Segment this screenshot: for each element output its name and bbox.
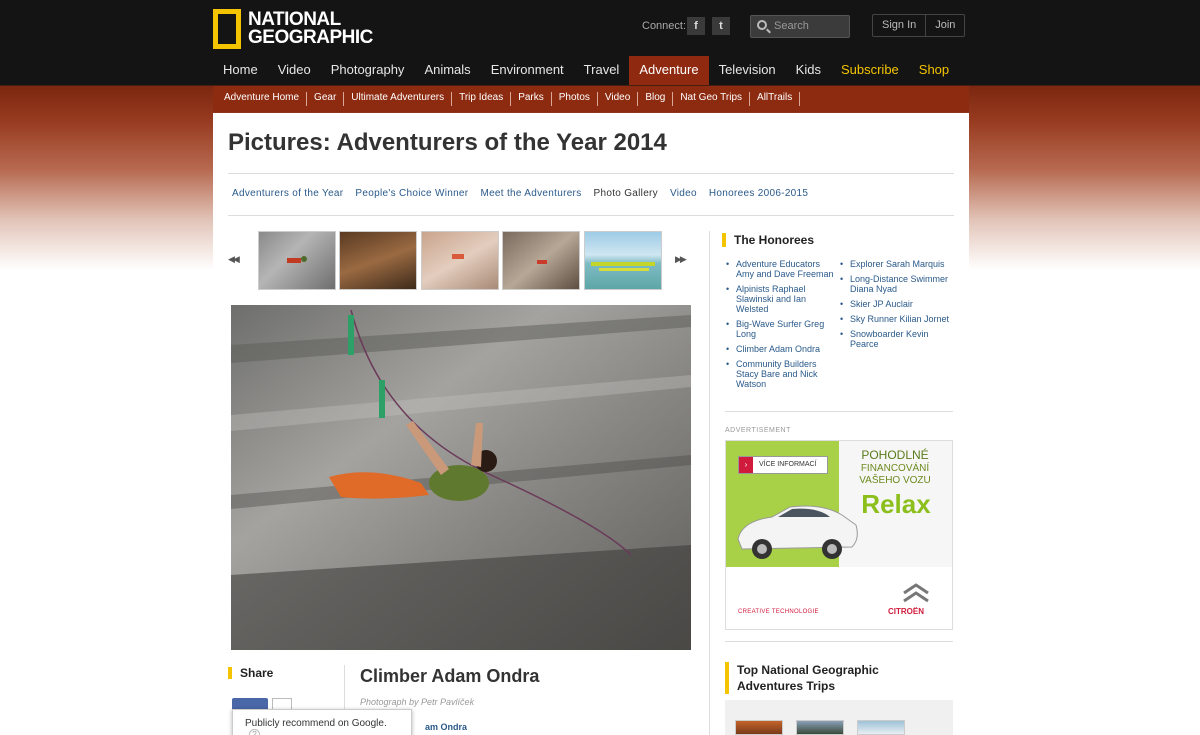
honoree-link[interactable]: Skier JP Auclair [840, 299, 956, 309]
trip-thumbnail-3[interactable] [857, 720, 905, 735]
subnav-photos[interactable]: Photos [552, 92, 598, 106]
honorees-list-2: Explorer Sarah Marquis Long-Distance Swi… [840, 259, 956, 354]
subnav-nat-geo-trips[interactable]: Nat Geo Trips [673, 92, 751, 106]
yellow-border-icon [213, 9, 241, 49]
tab-photo-gallery[interactable]: Photo Gallery [594, 188, 659, 199]
search-placeholder: Search [774, 20, 809, 32]
honoree-link[interactable]: Community Builders Stacy Bare and Nick W… [726, 359, 836, 389]
connect-label: Connect: [642, 20, 687, 32]
thumbnail-5-figure [591, 262, 655, 271]
sign-in-button[interactable]: Sign In [873, 15, 925, 36]
ad-arrow-icon: › [739, 457, 753, 473]
nav-video[interactable]: Video [268, 56, 321, 85]
subnav-parks[interactable]: Parks [511, 92, 552, 106]
photo-credit: Photograph by Petr Pavlíček [360, 697, 475, 707]
facebook-icon[interactable]: f [687, 17, 705, 35]
honorees-divider [725, 411, 953, 412]
nav-travel[interactable]: Travel [574, 56, 630, 85]
honoree-link[interactable]: Adventure Educators Amy and Dave Freeman [726, 259, 836, 279]
google-recommend-tooltip: Publicly recommend on Google.? [232, 709, 412, 735]
thumbnail-2[interactable] [339, 231, 417, 290]
ad-car-image [737, 505, 858, 559]
nav-subscribe[interactable]: Subscribe [831, 56, 909, 85]
ad-more-info-button[interactable]: › VÍCE INFORMACÍ [738, 456, 828, 474]
sidebar: The Honorees Adventure Educators Amy and… [709, 113, 969, 735]
subnav-trip-ideas[interactable]: Trip Ideas [452, 92, 512, 106]
top-bar: NATIONAL GEOGRAPHIC Connect: f t Search … [0, 0, 1200, 56]
honoree-link[interactable]: Big-Wave Surfer Greg Long [726, 319, 836, 339]
nav-kids[interactable]: Kids [786, 56, 831, 85]
nav-animals[interactable]: Animals [414, 56, 480, 85]
thumbnail-1-figure [287, 256, 307, 263]
subnav-ultimate-adventurers[interactable]: Ultimate Adventurers [344, 92, 453, 106]
thumbnail-3[interactable] [421, 231, 499, 290]
honoree-link[interactable]: Climber Adam Ondra [726, 344, 836, 354]
page-title: Pictures: Adventurers of the Year 2014 [228, 129, 667, 156]
honoree-link[interactable]: Alpinists Raphael Slawinski and Ian Wels… [726, 284, 836, 314]
related-link[interactable]: am Ondra [425, 722, 467, 732]
honoree-link[interactable]: Snowboarder Kevin Pearce [840, 329, 956, 349]
nav-shop[interactable]: Shop [909, 56, 959, 85]
thumbnail-5[interactable] [584, 231, 662, 290]
auth-buttons: Sign In Join [872, 14, 966, 37]
tab-adventurers-of-the-year[interactable]: Adventurers of the Year [232, 188, 343, 199]
subnav-adventure-home[interactable]: Adventure Home [217, 92, 308, 106]
logo-line-2: GEOGRAPHIC [248, 27, 373, 48]
tab-video[interactable]: Video [670, 188, 697, 199]
join-button[interactable]: Join [925, 15, 964, 36]
thumbnail-4-figure [537, 260, 547, 264]
share-heading: Share [228, 667, 273, 679]
honorees-list-1: Adventure Educators Amy and Dave Freeman… [726, 259, 836, 394]
search-icon [757, 20, 767, 30]
content-panel: Pictures: Adventurers of the Year 2014 A… [213, 113, 969, 735]
ad-brand: CITROËN [888, 607, 924, 616]
search-input[interactable]: Search [750, 15, 850, 38]
ad-label: ADVERTISEMENT [725, 427, 791, 434]
honoree-link[interactable]: Long-Distance Swimmer Diana Nyad [840, 274, 956, 294]
trips-heading: Top National Geographic Adventures Trips [725, 662, 925, 694]
nav-television[interactable]: Television [709, 56, 786, 85]
nav-environment[interactable]: Environment [481, 56, 574, 85]
tab-meet-the-adventurers[interactable]: Meet the Adventurers [480, 188, 581, 199]
thumbnail-3-figure [452, 254, 464, 259]
advertisement[interactable]: › VÍCE INFORMACÍ POHODLNÉ FINANCOVÁNÍ VA… [725, 440, 953, 630]
citroen-logo-icon [903, 583, 929, 603]
honoree-link[interactable]: Explorer Sarah Marquis [840, 259, 956, 269]
honoree-link[interactable]: Sky Runner Kilian Jornet [840, 314, 956, 324]
honorees-heading: The Honorees [722, 233, 814, 247]
nav-adventure[interactable]: Adventure [629, 56, 709, 85]
natgeo-logo[interactable]: NATIONAL GEOGRAPHIC [213, 9, 373, 49]
ad-line-3: VAŠEHO VOZU [859, 475, 931, 486]
nav-photography[interactable]: Photography [321, 56, 415, 85]
photo-caption: Climber Adam Ondra [360, 666, 540, 686]
next-thumbnails-button[interactable]: ▶▶ [675, 254, 687, 265]
tooltip-text: Publicly recommend on Google. [245, 718, 387, 729]
subnav-video[interactable]: Video [598, 92, 639, 106]
trip-thumbnail-1[interactable] [735, 720, 783, 735]
ad-line-1: POHODLNÉ [861, 448, 929, 462]
subnav-blog[interactable]: Blog [638, 92, 674, 106]
thumbnail-1[interactable] [258, 231, 336, 290]
ad-tagline: CREATIVE TECHNOLOGIE [738, 609, 819, 615]
tab-peoples-choice-winner[interactable]: People's Choice Winner [355, 188, 468, 199]
subnav-alltrails[interactable]: AllTrails [750, 92, 801, 106]
climber-photo-art [231, 305, 691, 650]
ad-divider [725, 641, 953, 642]
thumbnail-4[interactable] [502, 231, 580, 290]
thumbnail-strip: ◀◀ ▶▶ [227, 231, 687, 291]
main-nav: Home Video Photography Animals Environme… [213, 56, 960, 85]
ad-line-2: FINANCOVÁNÍ [860, 463, 930, 474]
subnav-gear[interactable]: Gear [307, 92, 345, 106]
trip-thumbnail-2[interactable] [796, 720, 844, 735]
prev-thumbnails-button[interactable]: ◀◀ [228, 254, 240, 265]
help-icon[interactable]: ? [249, 729, 260, 735]
main-photo[interactable] [231, 305, 691, 650]
nav-home[interactable]: Home [213, 56, 268, 85]
twitter-icon[interactable]: t [712, 17, 730, 35]
sub-nav: Adventure Home Gear Ultimate Adventurers… [213, 86, 969, 112]
